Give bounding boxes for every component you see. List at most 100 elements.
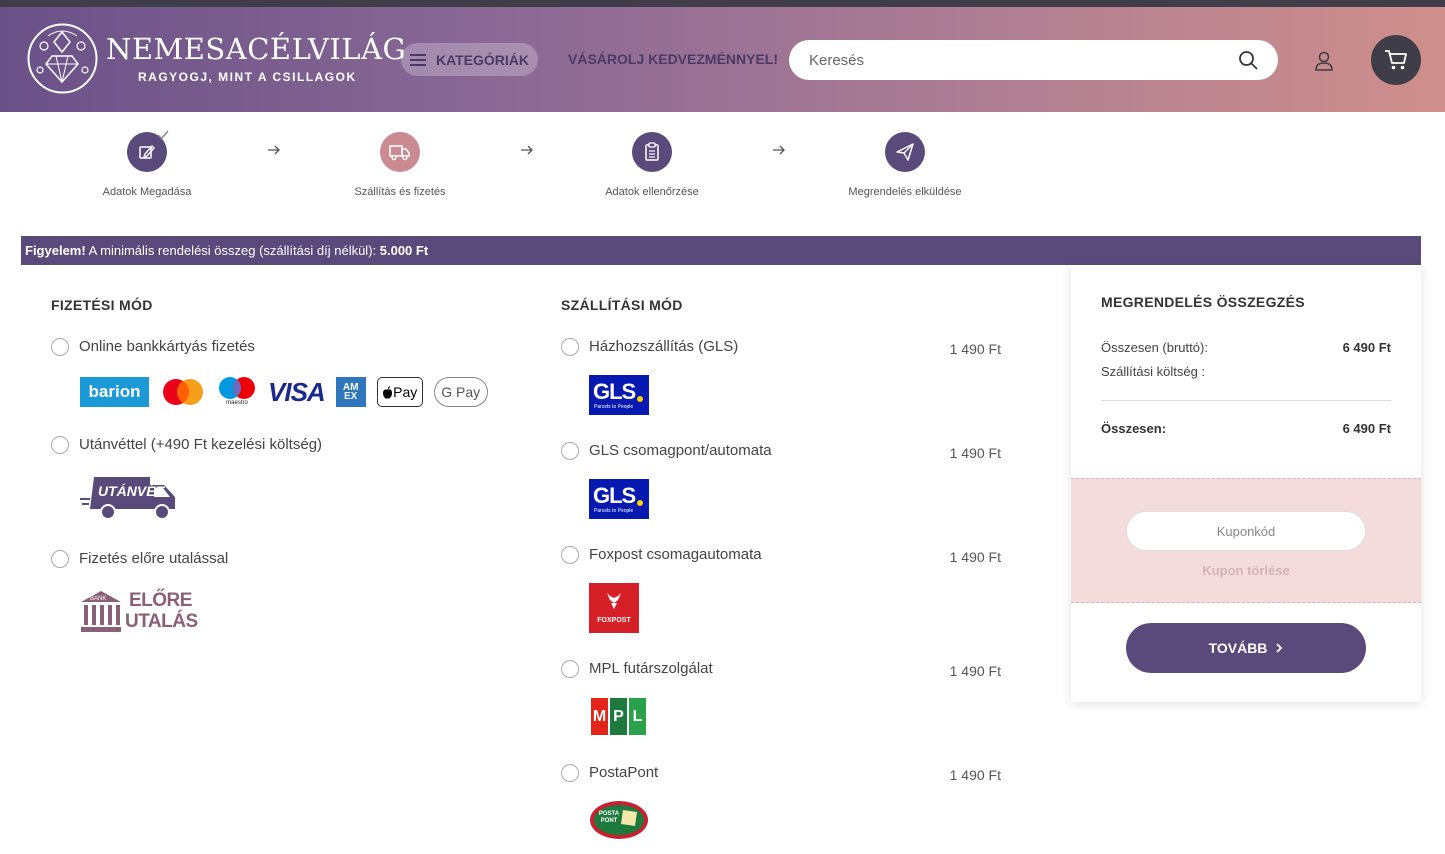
gls-logo: GLS Parcels to People [589,375,649,415]
top-strip [0,0,1445,7]
coupon-remove-link[interactable]: Kupon törlése [1071,563,1421,578]
brand-name: NEMESACÉLVILÁG [106,32,407,66]
bank-label: BANK [90,596,107,602]
mpl-letter: M [591,698,608,735]
shipping-radio-gls-point[interactable] [561,442,579,460]
payment-radio-cod[interactable] [51,436,69,454]
arrow-right-icon [773,145,785,155]
summary-total-label: Összesen: [1101,421,1167,436]
cart-button[interactable] [1371,35,1421,85]
next-label: TOVÁBB [1208,640,1268,656]
mastercard-icon [163,379,203,405]
shipping-price: 1 490 Ft [949,445,1001,461]
gls-logo-sub: Parcels to People [594,508,634,514]
truck-icon [389,145,410,161]
shipping-label-mpl[interactable]: MPL futárszolgálat [589,660,713,677]
edit-check-icon [139,144,155,159]
gls-dot [637,500,643,506]
shipping-radio-mpl[interactable] [561,660,579,678]
step-shipping-payment: Szállítás és fizetés [320,132,480,198]
search-input[interactable] [809,40,1229,80]
payment-title: FIZETÉSI MÓD [51,297,153,313]
shipping-label-gls-point[interactable]: GLS csomagpont/automata [589,442,772,459]
categories-label: KATEGÓRIÁK [435,51,530,68]
apple-pay-text: Pay [393,384,418,400]
step-label: Szállítás és fizetés [354,186,446,198]
shipping-price: 1 490 Ft [949,663,1001,679]
summary-title: MEGRENDELÉS ÖSSZEGZÉS [1101,294,1305,310]
gls-dot [637,396,643,402]
postapont-text: POSTA PONT [598,811,620,824]
brand-tagline: RAGYOGJ, MINT A CSILLAGOK [138,70,357,84]
cart-icon [1385,50,1407,70]
step-label: Megrendelés elküldése [848,186,962,198]
order-summary-panel: MEGRENDELÉS ÖSSZEGZÉS Összesen (bruttó):… [1071,265,1421,702]
arrow-right-icon [268,145,280,155]
step-circle [127,130,169,172]
maestro-icon [219,377,255,399]
bank-transfer-badge: BANK ELŐRE UTALÁS [80,590,198,635]
minimum-order-notice: Figyelem! A minimális rendelési összeg (… [21,236,1421,265]
card-logos: barion maestro VISA AM EX Pay G Pay [80,376,488,408]
amex-logo: AM EX [335,377,366,407]
apple-pay-logo: Pay [376,377,423,407]
summary-total-row: Összesen: 6 490 Ft [1101,421,1391,436]
checkmark-icon [157,130,169,140]
step-details: Adatok Megadása [67,130,227,198]
shipping-label-gls-home[interactable]: Házhozszállítás (GLS) [589,338,738,355]
next-button[interactable]: TOVÁBB [1126,623,1366,673]
clipboard-icon [645,142,659,161]
notice-amount: 5.000 Ft [379,243,429,258]
site-logo[interactable]: NEMESACÉLVILÁG RAGYOGJ, MINT A CSILLAGOK [26,22,406,97]
shipping-title: SZÁLLÍTÁSI MÓD [561,297,683,313]
step-label: Adatok ellenőrzése [605,186,699,198]
postapont-logo: POSTA PONT [589,800,649,840]
payment-label-card[interactable]: Online bankkártyás fizetés [79,338,255,355]
notice-text: A minimális rendelési összeg (szállítási… [85,243,380,258]
mpl-letter: P [610,698,627,735]
summary-divider [1101,400,1391,401]
shipping-label-postapont[interactable]: PostaPont [589,764,658,781]
mpl-letter: L [629,698,646,735]
shipping-price: 1 490 Ft [949,767,1001,783]
summary-total-value: 6 490 Ft [1342,421,1391,436]
shipping-price: 1 490 Ft [949,549,1001,565]
paper-plane-icon [896,143,914,161]
summary-gross-value: 6 490 Ft [1342,340,1391,355]
search-icon[interactable] [1238,50,1258,70]
fox-icon [607,593,621,609]
cod-badge-text: UTÁNVÉT [98,483,165,499]
step-send-order: Megrendelés elküldése [825,132,985,198]
payment-label-transfer[interactable]: Fizetés előre utalással [79,550,228,567]
maestro-logo: maestro [217,376,257,408]
transfer-badge-line2: UTALÁS [125,611,198,632]
user-icon[interactable] [1313,50,1335,72]
payment-radio-card[interactable] [51,338,69,356]
checkout-steps: Adatok Megadása Szállítás és fizetés Ada… [0,112,1445,222]
step-circle [380,132,420,172]
site-header: NEMESACÉLVILÁG RAGYOGJ, MINT A CSILLAGOK… [0,7,1445,112]
google-pay-logo: G Pay [433,377,488,407]
shipping-label-foxpost[interactable]: Foxpost csomagautomata [589,546,762,563]
maestro-text: maestro [226,400,248,406]
search-bar [789,40,1278,80]
notice-strong: Figyelem! [25,243,86,258]
shipping-radio-gls-home[interactable] [561,338,579,356]
jewelry-emblem-icon [27,23,98,94]
discount-shopping-link[interactable]: VÁSÁROLJ KEDVEZMÉNNYEL! [568,51,778,67]
menu-icon [409,53,426,66]
coupon-input[interactable] [1126,511,1366,551]
payment-radio-transfer[interactable] [51,550,69,568]
summary-shipping-label: Szállítási költség : [1101,364,1206,379]
visa-logo: VISA [268,376,326,407]
apple-icon [383,385,393,399]
shipping-radio-postapont[interactable] [561,764,579,782]
payment-label-cod[interactable]: Utánvéttel (+490 Ft kezelési költség) [79,436,322,453]
foxpost-logo: FOXPOST [589,583,639,633]
shipping-radio-foxpost[interactable] [561,546,579,564]
transfer-badge-line1: ELŐRE [129,590,192,611]
categories-button[interactable]: KATEGÓRIÁK [401,43,538,76]
summary-shipping-row: Szállítási költség : [1101,364,1391,379]
foxpost-text: FOXPOST [597,617,631,624]
step-label: Adatok Megadása [102,186,192,198]
